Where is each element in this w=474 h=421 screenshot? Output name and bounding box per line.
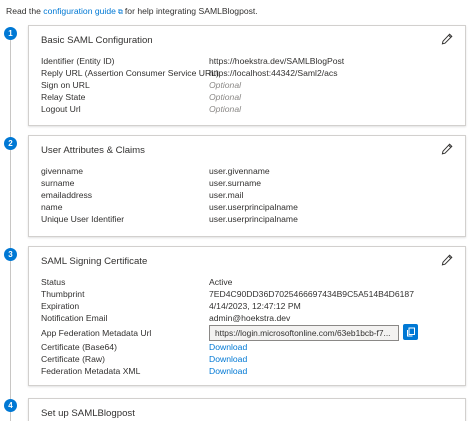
row-value: user.mail — [209, 190, 244, 200]
row-value: Optional — [209, 80, 242, 90]
step-badge-3: 3 — [4, 248, 17, 261]
step-badge-1: 1 — [4, 27, 17, 40]
external-link-icon: ⧉ — [117, 9, 123, 16]
row-label: Sign on URL — [41, 80, 90, 90]
saml-signing-certificate-card: SAML Signing Certificate Status Active T… — [28, 246, 466, 386]
row-label: Status — [41, 277, 66, 287]
metadata-url-field[interactable]: https://login.microsoftonline.com/63eb1b… — [209, 325, 399, 341]
card-title: Set up SAMLBlogpost — [41, 408, 135, 419]
row-value: user.surname — [209, 178, 262, 188]
row-label: Relay State — [41, 92, 86, 102]
step-badge-4: 4 — [4, 399, 17, 412]
row-value: Optional — [209, 104, 242, 114]
row-value: user.givenname — [209, 166, 270, 176]
step-badge-2: 2 — [4, 137, 17, 150]
row-label: Federation Metadata XML — [41, 366, 141, 376]
row-label: emailaddress — [41, 190, 93, 200]
card-title: User Attributes & Claims — [41, 145, 145, 156]
row-value: 7ED4C90DD36D7025466697434B9C5A514B4D6187 — [209, 289, 414, 299]
row-label: Certificate (Raw) — [41, 354, 105, 364]
row-value: https://hoekstra.dev/SAMLBlogPost — [209, 56, 345, 66]
card-title: SAML Signing Certificate — [41, 256, 148, 267]
row-label: Expiration — [41, 301, 80, 311]
download-certificate-raw-link[interactable]: Download — [209, 354, 247, 365]
card-title: Basic SAML Configuration — [41, 35, 153, 46]
row-label: Unique User Identifier — [41, 214, 125, 224]
pencil-icon[interactable] — [441, 254, 453, 266]
row-value: user.userprincipalname — [209, 202, 298, 212]
row-value: https://localhost:44342/Saml2/acs — [209, 68, 338, 78]
row-value: admin@hoekstra.dev — [209, 313, 291, 323]
pencil-icon[interactable] — [441, 33, 453, 45]
row-label: App Federation Metadata Url — [41, 328, 152, 338]
row-label: name — [41, 202, 63, 212]
basic-saml-configuration-card: Basic SAML Configuration Identifier (Ent… — [28, 25, 466, 126]
status-value: Active — [209, 277, 233, 287]
row-label: Identifier (Entity ID) — [41, 56, 115, 66]
copy-button[interactable] — [403, 324, 418, 340]
intro-text: Read the configuration guide ⧉ for help in… — [6, 6, 258, 17]
row-label: surname — [41, 178, 75, 188]
set-up-app-card: Set up SAMLBlogpost — [28, 398, 466, 421]
row-value: user.userprincipalname — [209, 214, 298, 224]
intro-prefix: Read the — [6, 6, 41, 16]
row-value: 4/14/2023, 12:47:12 PM — [209, 301, 301, 311]
row-label: Notification Email — [41, 313, 108, 323]
pencil-icon[interactable] — [441, 143, 453, 155]
copy-icon — [406, 327, 415, 337]
download-federation-metadata-xml-link[interactable]: Download — [209, 366, 247, 377]
row-value: Optional — [209, 92, 242, 102]
row-label: Thumbprint — [41, 289, 85, 299]
user-attributes-claims-card: User Attributes & Claims givenname user.… — [28, 135, 466, 237]
row-label: Reply URL (Assertion Consumer Service UR… — [41, 68, 219, 78]
configuration-guide-link[interactable]: configuration guide — [43, 6, 116, 16]
row-label: Logout Url — [41, 104, 81, 114]
download-certificate-base64-link[interactable]: Download — [209, 342, 247, 353]
steps-rail — [10, 40, 11, 421]
row-label: givenname — [41, 166, 84, 176]
intro-suffix: for help integrating SAMLBlogpost. — [124, 6, 258, 16]
row-label: Certificate (Base64) — [41, 342, 117, 352]
